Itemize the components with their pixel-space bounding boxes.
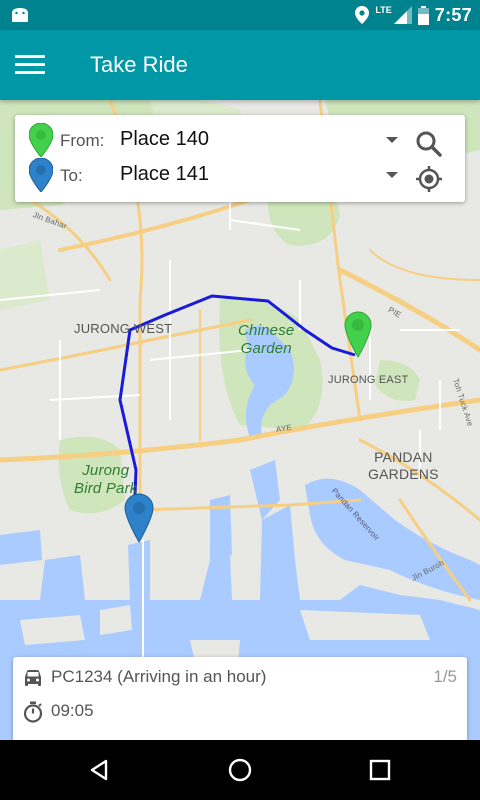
from-dropdown-icon[interactable] [386,137,398,143]
back-icon[interactable] [84,754,116,786]
map-label-jurong-east: JURONG EAST [328,374,409,386]
timer-icon [23,701,43,723]
status-bar: LTE 7:57 [0,0,480,30]
vehicle-row: PC1234 (Arriving in an hour) 1/5 [13,663,467,693]
app-bar: Take Ride [0,30,480,100]
map-label-pandan-gardens: PANDAN GARDENS [368,449,439,482]
blue-pin-icon [29,158,53,192]
car-icon [25,670,41,686]
network-type: LTE [375,5,392,15]
recents-icon[interactable] [364,754,396,786]
from-value[interactable]: Place 140 [120,128,209,151]
map-label-chinese-garden: Chinese Garden [238,322,295,357]
status-clock: 7:57 [434,4,472,25]
location-card: From: Place 140 To: Place 141 [15,115,465,202]
hamburger-menu-icon[interactable] [10,48,50,82]
to-row[interactable]: To: Place 141 [15,158,465,192]
battery-icon [417,5,429,25]
ride-card[interactable]: PC1234 (Arriving in an hour) 1/5 09:05 [13,657,467,747]
location-icon [355,6,370,24]
time-row: 09:05 [13,697,467,727]
page-title: Take Ride [90,52,188,77]
my-location-icon[interactable] [413,163,445,195]
from-row[interactable]: From: Place 140 [15,123,465,157]
system-nav-bar [0,740,480,800]
to-dropdown-icon[interactable] [386,172,398,178]
android-icon [12,8,28,22]
vehicle-text: PC1234 (Arriving in an hour) [51,667,267,686]
to-label: To: [60,166,83,185]
search-icon[interactable] [413,128,445,160]
to-value[interactable]: Place 141 [120,163,209,186]
ride-time: 09:05 [51,701,94,720]
from-label: From: [60,131,105,150]
home-icon[interactable] [224,754,256,786]
green-pin-icon [29,123,53,157]
map-label-jurong-bird-park: Jurong Bird Park [74,462,138,497]
signal-icon [393,6,412,24]
ride-count: 1/5 [433,667,457,686]
map-label-jurong-west: JURONG WEST [74,321,173,336]
